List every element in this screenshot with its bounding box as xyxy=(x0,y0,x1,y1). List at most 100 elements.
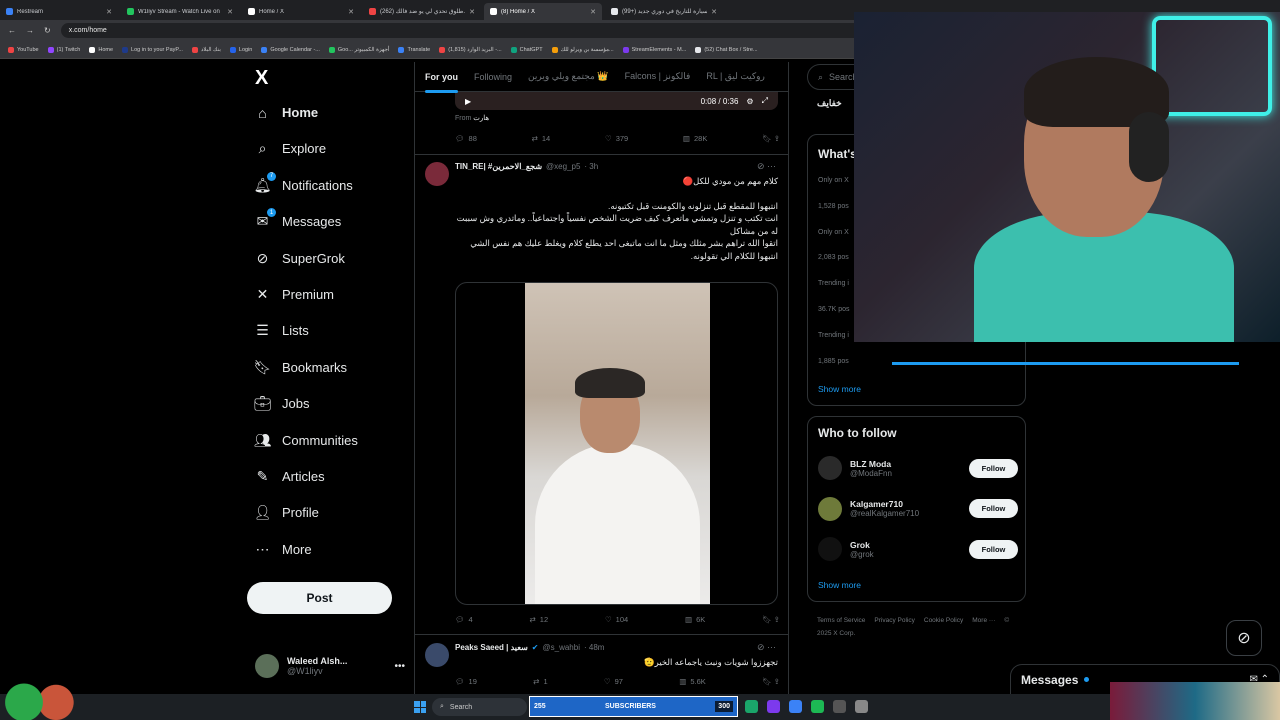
bookmark-item[interactable]: (1) Twitch xyxy=(47,46,80,53)
bookmark-button[interactable]: 🔖︎ ⇪ xyxy=(762,677,780,686)
taskbar-search[interactable]: ⌕ Search xyxy=(432,698,527,716)
close-icon[interactable]: ✕ xyxy=(469,8,475,16)
footer-link[interactable]: Cookie Policy xyxy=(924,617,963,624)
follow-suggestion[interactable]: Grok @grok Follow xyxy=(818,534,1018,564)
browser-tab[interactable]: Restream ✕ xyxy=(0,3,118,20)
feed-tab[interactable]: Falcons | فالكونز xyxy=(625,71,691,82)
feed-tab[interactable]: Following xyxy=(474,72,512,82)
show-more-link[interactable]: Show more xyxy=(818,384,861,394)
browser-tab[interactable]: Home / X ✕ xyxy=(242,3,360,20)
spotify-icon[interactable] xyxy=(811,700,824,713)
browser-tab[interactable]: (8) Home / X ✕ xyxy=(484,3,602,20)
follow-button[interactable]: Follow xyxy=(969,458,1018,478)
follow-button[interactable]: Follow xyxy=(969,499,1018,518)
x-logo[interactable]: X xyxy=(255,67,268,90)
fullscreen-icon[interactable]: ⤢ xyxy=(762,96,768,106)
footer-link[interactable]: Privacy Policy xyxy=(874,617,914,624)
play-icon[interactable]: ▶ xyxy=(465,97,471,106)
more-dots-icon[interactable]: ••• xyxy=(394,661,405,672)
bookmark-item[interactable]: StreamElements - M... xyxy=(622,46,686,53)
sidebar-item-communities[interactable]: 👥︎ Communities xyxy=(254,432,358,448)
reload-icon[interactable]: ↻ xyxy=(44,26,51,35)
trend-meta[interactable]: 1,528 pos xyxy=(818,203,849,210)
sidebar-item-more[interactable]: ⋯ More xyxy=(255,541,312,557)
like-button[interactable]: ♡ 379 xyxy=(605,134,628,143)
bookmark-item[interactable]: YouTube xyxy=(8,46,39,53)
author-handle[interactable]: @s_wahbi xyxy=(543,643,580,652)
retweet-button[interactable]: ⇄ 12 xyxy=(530,615,549,624)
tweet-video[interactable] xyxy=(455,282,778,605)
avatar[interactable] xyxy=(425,162,449,186)
bookmark-item[interactable]: ChatGPT xyxy=(510,46,543,53)
feed-tab[interactable]: مجتمع ويلي ويرين 👑 xyxy=(528,71,609,82)
close-icon[interactable]: ✕ xyxy=(348,8,354,16)
bookmark-item[interactable]: Google Calendar -... xyxy=(261,46,320,53)
sidebar-item-supergrok[interactable]: ⊘ SuperGrok xyxy=(255,250,345,266)
reply-button[interactable]: 💬︎ 88 xyxy=(455,134,477,143)
trend-meta[interactable]: Trending i xyxy=(818,280,849,287)
sidebar-item-explore[interactable]: ⌕ Explore xyxy=(255,140,327,156)
follow-suggestion[interactable]: Kalgamer710 @realKalgamer710 Follow xyxy=(818,494,1018,524)
bookmark-item[interactable]: (52) Chat Box / Stre... xyxy=(695,46,758,53)
sidebar-item-messages[interactable]: ✉ 1 Messages xyxy=(255,208,341,229)
views-button[interactable]: ▥ 5.6K xyxy=(679,677,706,686)
browser-tab[interactable]: (99+) سيارة للتاريخ في دوري جديد ✕ xyxy=(605,3,723,20)
video-controls[interactable]: ▶ 0:08 / 0:36 ⚙ ⤢ xyxy=(455,92,778,110)
bookmark-item[interactable]: Log in to your PayP... xyxy=(122,46,183,53)
trend-meta[interactable]: 2,083 pos xyxy=(818,254,849,261)
browser-tab[interactable]: (262) طلوق تحدي لي يو ضد فالك...✕ xyxy=(363,3,481,20)
forward-icon[interactable]: → xyxy=(26,26,34,35)
views-button[interactable]: ▥ 28K xyxy=(683,134,707,143)
app-icon[interactable] xyxy=(855,700,868,713)
more-dots-icon[interactable]: ⊘ ··· xyxy=(757,161,776,172)
bookmark-item[interactable]: Translate xyxy=(398,46,430,53)
close-icon[interactable]: ✕ xyxy=(227,8,233,16)
sidebar-item-profile[interactable]: 👤︎ Profile xyxy=(254,504,319,520)
bookmark-item[interactable]: Goo... أجهزة الكمبيوتر xyxy=(328,46,389,53)
trend-meta[interactable]: Only on X xyxy=(818,229,849,236)
retweet-button[interactable]: ⇄ 14 xyxy=(532,134,551,143)
footer-link[interactable]: Terms of Service xyxy=(817,617,865,624)
bookmark-item[interactable]: مؤسسة بن ويرلو للك... xyxy=(551,46,614,53)
bookmark-item[interactable]: Login xyxy=(229,46,252,53)
tweet-time[interactable]: · 48m xyxy=(584,643,604,652)
tweet-time[interactable]: · 3h xyxy=(584,162,598,171)
trend-meta[interactable]: 36.7K pos xyxy=(818,306,850,313)
sidebar-item-articles[interactable]: ✎ Articles xyxy=(255,468,325,484)
sidebar-item-jobs[interactable]: 💼︎ Jobs xyxy=(254,395,310,411)
bookmark-button[interactable]: 🔖︎ ⇪ xyxy=(762,615,780,624)
author-handle[interactable]: @xeg_p5 xyxy=(546,162,580,171)
reply-button[interactable]: 💬︎ 4 xyxy=(455,615,473,624)
bookmark-item[interactable]: (1,815) البريد الوارد -... xyxy=(439,46,502,53)
follow-button[interactable]: Follow xyxy=(969,539,1018,559)
settings-icon[interactable]: ⚙ xyxy=(746,97,753,106)
retweet-button[interactable]: ⇄ 1 xyxy=(533,677,547,686)
app-icon[interactable] xyxy=(833,700,846,713)
account-switcher[interactable]: Waleed Alsh... @W1liyv ••• xyxy=(255,654,405,678)
author-name[interactable]: Peaks Saeed | سعيد xyxy=(455,643,528,652)
reply-button[interactable]: 💬︎ 19 xyxy=(455,677,477,686)
close-icon[interactable]: ✕ xyxy=(711,8,717,16)
windows-start-icon[interactable] xyxy=(414,701,426,713)
feed-tab[interactable]: For you xyxy=(425,72,458,93)
bookmark-item[interactable]: بنك البلاد xyxy=(191,46,221,53)
sidebar-item-lists[interactable]: ☰ Lists xyxy=(255,322,309,338)
sidebar-item-notifications[interactable]: 🔔︎ 7 Notifications xyxy=(254,171,353,193)
like-button[interactable]: ♡ 97 xyxy=(604,677,623,686)
bookmark-item[interactable]: Home xyxy=(89,46,113,53)
follow-suggestion[interactable]: BLZ Moda @ModaFnn Follow xyxy=(818,453,1018,483)
app-icon[interactable] xyxy=(789,700,802,713)
avatar[interactable] xyxy=(425,643,449,667)
trend-meta[interactable]: Only on X xyxy=(818,177,849,184)
back-icon[interactable]: ← xyxy=(8,26,16,35)
close-icon[interactable]: ✕ xyxy=(590,8,596,16)
trend-meta[interactable]: 1,885 pos xyxy=(818,358,849,365)
post-button[interactable]: Post xyxy=(247,582,392,614)
browser-tab[interactable]: W1liyv Stream - Watch Live on ✕ xyxy=(121,3,239,20)
views-button[interactable]: ▥ 6K xyxy=(685,615,705,624)
close-icon[interactable]: ✕ xyxy=(106,8,112,16)
more-dots-icon[interactable]: ⊘ ··· xyxy=(757,642,776,653)
author-name[interactable]: TIN_RE| #شجع_الاحمرين xyxy=(455,162,542,171)
like-button[interactable]: ♡ 104 xyxy=(605,615,628,624)
sidebar-item-bookmarks[interactable]: 🔖︎ Bookmarks xyxy=(254,359,347,375)
